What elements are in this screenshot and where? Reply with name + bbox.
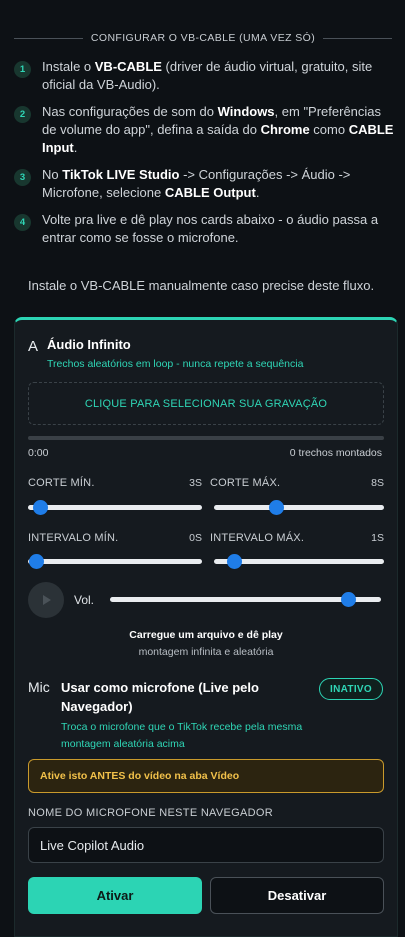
playback-progress-bar[interactable] bbox=[28, 436, 384, 440]
min-cut-label: CORTE MÍN. bbox=[28, 477, 95, 489]
play-icon bbox=[43, 595, 51, 605]
min-cut-slider[interactable] bbox=[28, 500, 202, 515]
step-text-part: Instale o bbox=[42, 59, 95, 74]
max-interval-value: 1S bbox=[371, 532, 384, 544]
max-interval-label: INTERVALO MÁX. bbox=[210, 532, 305, 544]
setup-title: CONFIGURAR O VB-CABLE (UMA VEZ SÓ) bbox=[90, 32, 316, 44]
setup-section-header: CONFIGURAR O VB-CABLE (UMA VEZ SÓ) bbox=[14, 30, 392, 46]
mic-name-label: NOME DO MICROFONE NESTE NAVEGADOR bbox=[28, 807, 273, 819]
max-cut-slider[interactable] bbox=[214, 500, 384, 515]
segment-count: 0 trechos montados bbox=[289, 447, 382, 459]
step-number-badge: 3 bbox=[14, 169, 31, 186]
volume-label: Vol. bbox=[74, 593, 95, 607]
card-title: Áudio Infinito bbox=[47, 337, 131, 352]
play-button[interactable] bbox=[28, 582, 64, 618]
setup-step: 1 Instale o VB-CABLE (driver de áudio vir… bbox=[14, 58, 396, 94]
step-text-part: como bbox=[309, 122, 349, 137]
playback-time: 0:00 bbox=[28, 447, 49, 459]
deactivate-button[interactable]: Desativar bbox=[210, 877, 384, 914]
step-number-badge: 4 bbox=[14, 214, 31, 231]
step-text-part: Nas configurações de som do bbox=[42, 104, 218, 119]
setup-step: 2 Nas configurações de som do Windows, em… bbox=[14, 103, 396, 157]
volume-slider-thumb[interactable] bbox=[340, 592, 356, 607]
step-text-emphasis: Windows bbox=[217, 104, 275, 119]
divider-left bbox=[14, 37, 83, 39]
max-cut-slider-thumb[interactable] bbox=[269, 500, 285, 515]
max-interval-slider-thumb[interactable] bbox=[226, 554, 242, 569]
max-interval-slider[interactable] bbox=[214, 554, 384, 569]
mic-section-title: Usar como microfone (Live pelo Navegador… bbox=[61, 680, 259, 714]
step-text: Instale o VB-CABLE (driver de áudio virt… bbox=[42, 58, 396, 94]
step-text: Nas configurações de som do Windows, em … bbox=[42, 103, 396, 157]
min-cut-slider-thumb[interactable] bbox=[32, 500, 48, 515]
min-interval-value: 0S bbox=[189, 532, 202, 544]
divider-right bbox=[323, 37, 392, 39]
min-interval-label: INTERVALO MÍN. bbox=[28, 532, 119, 544]
min-interval-slider-thumb[interactable] bbox=[29, 554, 45, 569]
step-text-part: No bbox=[42, 167, 63, 182]
mic-icon: Mic bbox=[28, 679, 50, 695]
step-text: Volte pra live e dê play nos cards abaix… bbox=[42, 211, 396, 247]
card-letter-icon: A bbox=[28, 338, 39, 355]
step-text-emphasis: Chrome bbox=[260, 122, 310, 137]
step-text-emphasis: TikTok LIVE Studio bbox=[62, 167, 180, 182]
max-cut-label: CORTE MÁX. bbox=[210, 477, 281, 489]
step-text-part: . bbox=[255, 185, 260, 200]
activate-warning: Ative isto ANTES do vídeo na aba Vídeo bbox=[28, 759, 384, 793]
setup-step: 4 Volte pra live e dê play nos cards abai… bbox=[14, 211, 396, 247]
step-text-emphasis: VB-CABLE bbox=[94, 59, 162, 74]
min-interval-slider[interactable] bbox=[28, 554, 202, 569]
step-text: No TikTok LIVE Studio -> Configurações -… bbox=[42, 166, 396, 202]
mic-description: Troca o microfone que o TikTok recebe pe… bbox=[61, 721, 303, 750]
step-text-emphasis: CABLE Output bbox=[164, 185, 256, 200]
card-subtitle: Trechos aleatórios em loop - nunca repet… bbox=[47, 358, 304, 370]
min-cut-value: 3S bbox=[189, 477, 202, 489]
setup-steps-list: 1 Instale o VB-CABLE (driver de áudio vir… bbox=[14, 58, 396, 256]
volume-slider[interactable] bbox=[110, 592, 381, 607]
step-number-badge: 2 bbox=[14, 106, 31, 123]
setup-step: 3 No TikTok LIVE Studio -> Configurações … bbox=[14, 166, 396, 202]
step-text-part: . bbox=[73, 140, 78, 155]
mic-status-badge: INATIVO bbox=[319, 678, 383, 700]
activate-button[interactable]: Ativar bbox=[28, 877, 202, 914]
recording-dropzone[interactable]: CLIQUE PARA SELECIONAR SUA GRAVAÇÃO bbox=[28, 382, 384, 425]
max-cut-value: 8S bbox=[371, 477, 384, 489]
infinite-audio-card: A Áudio Infinito Trechos aleatórios em l… bbox=[14, 317, 398, 937]
mic-name-input[interactable] bbox=[28, 827, 384, 863]
load-file-hint: Carregue um arquivo e dê play bbox=[129, 629, 283, 641]
manual-install-note: Instale o VB-CABLE manualmente caso prec… bbox=[28, 278, 375, 293]
step-number-badge: 1 bbox=[14, 61, 31, 78]
load-file-subhint: montagem infinita e aleatória bbox=[138, 646, 274, 658]
step-text-part: Volte pra live e dê play nos cards abaix… bbox=[42, 212, 379, 245]
